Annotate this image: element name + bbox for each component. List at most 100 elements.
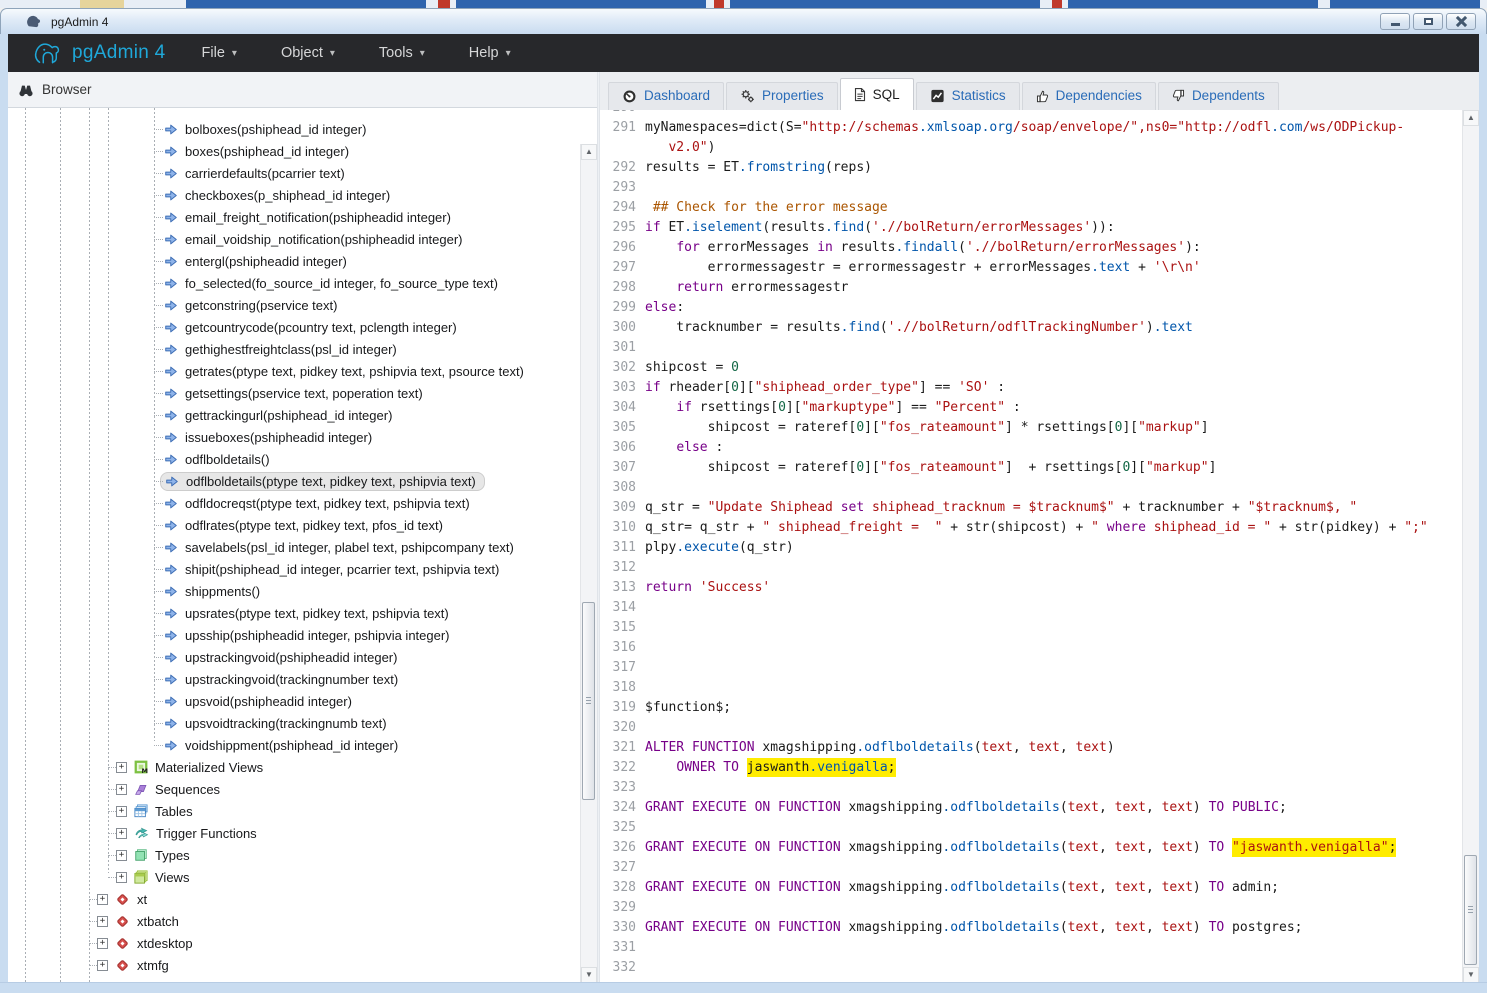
- scroll-up-arrow[interactable]: ▲: [1463, 110, 1479, 126]
- tree-item-trigger-functions[interactable]: +Trigger Functions: [8, 822, 597, 844]
- tree-item-getcountrycode[interactable]: getcountrycode(pcountry text, pclength i…: [8, 316, 597, 338]
- function-icon: [164, 673, 178, 686]
- tree-scrollbar[interactable]: ▲ ▼: [580, 144, 597, 983]
- tree-item-tables[interactable]: +Tables: [8, 800, 597, 822]
- svg-text:M: M: [142, 767, 148, 774]
- expand-plus-icon[interactable]: +: [116, 806, 127, 817]
- tree-scrollbar-thumb[interactable]: [582, 602, 595, 800]
- code-line-295: 295if ET.iselement(results.find('.//bolR…: [600, 218, 1462, 238]
- tree-item-label: odflrates(ptype text, pidkey text, pfos_…: [185, 518, 443, 533]
- expand-plus-icon[interactable]: +: [97, 938, 108, 949]
- tab-sql[interactable]: SQL: [840, 78, 914, 110]
- function-icon: [164, 497, 178, 510]
- tree-item-label: voidshippment(pshiphead_id integer): [185, 738, 398, 753]
- tree-item-label: Types: [155, 848, 190, 863]
- sql-scrollbar-thumb[interactable]: [1464, 855, 1477, 965]
- tree-item-odflboldetails[interactable]: odflboldetails(): [8, 448, 597, 470]
- menu-help[interactable]: Help▾: [469, 45, 511, 61]
- maximize-button[interactable]: [1413, 13, 1443, 30]
- scroll-down-arrow[interactable]: ▼: [581, 967, 597, 983]
- expand-plus-icon[interactable]: +: [116, 762, 127, 773]
- function-icon: [165, 475, 179, 488]
- tree-item-odfldocreqst[interactable]: odfldocreqst(ptype text, pidkey text, ps…: [8, 492, 597, 514]
- tree-item-shippments[interactable]: shippments(): [8, 580, 597, 602]
- tab-dashboard[interactable]: Dashboard: [608, 82, 724, 110]
- tree-item-getrates[interactable]: getrates(ptype text, pidkey text, pshipv…: [8, 360, 597, 382]
- function-icon: [164, 541, 178, 554]
- close-button[interactable]: [1446, 13, 1476, 30]
- tree-item-upsvoidtracking[interactable]: upsvoidtracking(trackingnumb text): [8, 712, 597, 734]
- menu-label: Help: [469, 45, 499, 61]
- sql-scrollbar[interactable]: ▲ ▼: [1462, 110, 1479, 983]
- function-icon: [164, 409, 178, 422]
- tree-item-label: Sequences: [155, 782, 220, 797]
- minimize-button[interactable]: [1380, 13, 1410, 30]
- expand-plus-icon[interactable]: +: [116, 872, 127, 883]
- sql-code-view[interactable]: 290291myNamespaces=dict(S="http://schema…: [600, 110, 1462, 983]
- tree-item-getconstring[interactable]: getconstring(pservice text): [8, 294, 597, 316]
- expand-plus-icon[interactable]: +: [116, 828, 127, 839]
- menu-object[interactable]: Object▾: [281, 45, 335, 61]
- expand-plus-icon[interactable]: +: [97, 894, 108, 905]
- tree-item-label: boxes(pshiphead_id integer): [185, 144, 349, 159]
- expand-plus-icon[interactable]: +: [116, 850, 127, 861]
- tree-item-savelabels[interactable]: savelabels(psl_id integer, plabel text, …: [8, 536, 597, 558]
- tree-item-getsettings[interactable]: getsettings(pservice text, poperation te…: [8, 382, 597, 404]
- tree-item-upstrackingvoid[interactable]: upstrackingvoid(pshipheadid integer): [8, 646, 597, 668]
- tree-item-bolboxes[interactable]: bolboxes(pshiphead_id integer): [8, 118, 597, 140]
- code-line-325: 325: [600, 818, 1462, 838]
- tab-properties[interactable]: Properties: [726, 82, 838, 110]
- tree-item-xt[interactable]: + xt: [8, 888, 597, 910]
- tree-item-xtmfg[interactable]: +xtmfg: [8, 954, 597, 976]
- tree-item-gethighestfreightclass[interactable]: gethighestfreightclass(psl_id integer): [8, 338, 597, 360]
- tree-item-views[interactable]: +Views: [8, 866, 597, 888]
- menu-tools[interactable]: Tools▾: [379, 45, 425, 61]
- tree-item-xtdesktop[interactable]: +xtdesktop: [8, 932, 597, 954]
- tree-item-upstrackingvoid[interactable]: upstrackingvoid(trackingnumber text): [8, 668, 597, 690]
- tree-item-carrierdefaults[interactable]: carrierdefaults(pcarrier text): [8, 162, 597, 184]
- tree-item-sequences[interactable]: + Sequences: [8, 778, 597, 800]
- code-line-290: 290: [600, 110, 1462, 118]
- tree-item-odflboldetails[interactable]: odflboldetails(ptype text, pidkey text, …: [8, 470, 597, 492]
- expand-plus-icon[interactable]: +: [116, 784, 127, 795]
- tab-statistics[interactable]: Statistics: [916, 82, 1020, 110]
- tree-item-xtbatch[interactable]: +xtbatch: [8, 910, 597, 932]
- tree-item-email-freight-notification[interactable]: email_freight_notification(pshipheadid i…: [8, 206, 597, 228]
- tree-item-materialized-views[interactable]: +MMaterialized Views: [8, 756, 597, 778]
- tree-item-upsrates[interactable]: upsrates(ptype text, pidkey text, pshipv…: [8, 602, 597, 624]
- tree-item-types[interactable]: + Types: [8, 844, 597, 866]
- tree-item-entergl[interactable]: entergl(pshipheadid integer): [8, 250, 597, 272]
- tree-item-label: xt: [137, 892, 147, 907]
- tree-item-voidshippment[interactable]: voidshippment(pshiphead_id integer): [8, 734, 597, 756]
- line-number: 299: [600, 298, 636, 318]
- code-line-291: 291myNamespaces=dict(S="http://schemas.x…: [600, 118, 1462, 138]
- code-line-313: 313return 'Success': [600, 578, 1462, 598]
- tree-item-issueboxes[interactable]: issueboxes(pshipheadid integer): [8, 426, 597, 448]
- tree-item-fo-selected[interactable]: fo_selected(fo_source_id integer, fo_sou…: [8, 272, 597, 294]
- tree-item-upsship[interactable]: upsship(pshipheadid integer, pshipvia in…: [8, 624, 597, 646]
- tree-item-email-voidship-notification[interactable]: email_voidship_notification(pshipheadid …: [8, 228, 597, 250]
- pgadmin-brand: pgAdmin 4: [32, 40, 166, 66]
- code-line-316: 316: [600, 638, 1462, 658]
- scroll-up-arrow[interactable]: ▲: [581, 144, 597, 160]
- expand-plus-icon[interactable]: +: [97, 960, 108, 971]
- line-number: 318: [600, 678, 636, 698]
- expand-plus-icon[interactable]: +: [97, 916, 108, 927]
- menu-file[interactable]: File▾: [202, 45, 237, 61]
- tree-item-odflrates[interactable]: odflrates(ptype text, pidkey text, pfos_…: [8, 514, 597, 536]
- tree-item-boxes[interactable]: boxes(pshiphead_id integer): [8, 140, 597, 162]
- tab-dependencies[interactable]: Dependencies: [1022, 82, 1156, 110]
- detail-tabbar: DashboardPropertiesSQLStatisticsDependen…: [600, 72, 1479, 110]
- tree-item-gettrackingurl[interactable]: gettrackingurl(pshiphead_id integer): [8, 404, 597, 426]
- code-line-315: 315: [600, 618, 1462, 638]
- code-line-318: 318: [600, 678, 1462, 698]
- tab-dependents[interactable]: Dependents: [1158, 82, 1279, 110]
- line-number: 303: [600, 378, 636, 398]
- tree-item-upsvoid[interactable]: upsvoid(pshipheadid integer): [8, 690, 597, 712]
- tab-label: SQL: [873, 87, 900, 102]
- tree-item-checkboxes[interactable]: checkboxes(p_shiphead_id integer): [8, 184, 597, 206]
- tree-item-label: email_freight_notification(pshipheadid i…: [185, 210, 451, 225]
- object-tree[interactable]: bolboxes(pshiphead_id integer) boxes(pshi…: [8, 108, 597, 983]
- scroll-down-arrow[interactable]: ▼: [1463, 967, 1479, 983]
- tree-item-shipit[interactable]: shipit(pshiphead_id integer, pcarrier te…: [8, 558, 597, 580]
